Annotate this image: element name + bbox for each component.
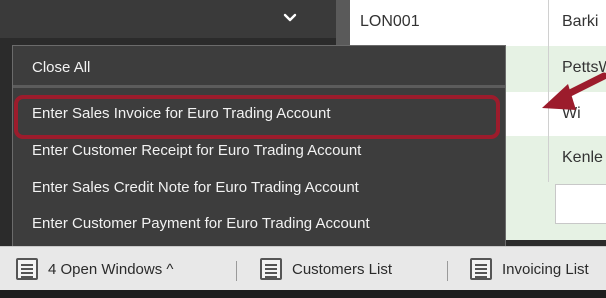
chevron-down-icon[interactable]: [280, 8, 300, 28]
invoicing-list-button[interactable]: Invoicing List: [470, 255, 589, 283]
taskbar: 4 Open Windows ^ Customers List Invoicin…: [0, 246, 606, 291]
customers-list-label: Customers List: [292, 260, 393, 278]
account-name-cell: Kenle: [562, 149, 603, 166]
menu-separator: [13, 85, 505, 88]
taskbar-divider: [447, 261, 448, 281]
account-name-cell: Barki: [562, 13, 599, 30]
taskbar-divider: [236, 261, 237, 281]
table-row[interactable]: LON001 Barki: [350, 0, 606, 46]
open-windows-menu: Close All Enter Sales Invoice for Euro T…: [12, 45, 506, 247]
customers-list-button[interactable]: Customers List: [260, 255, 392, 283]
menu-item-label: Enter Sales Credit Note for Euro Trading…: [32, 179, 359, 196]
menu-item-label: Close All: [32, 59, 91, 76]
list-icon: [470, 258, 492, 280]
menu-item-sales-credit-note[interactable]: Enter Sales Credit Note for Euro Trading…: [13, 170, 505, 206]
open-windows-label: 4 Open Windows ^: [48, 260, 174, 278]
menu-item-label: Enter Customer Payment for Euro Trading …: [32, 215, 370, 232]
invoicing-list-label: Invoicing List: [502, 260, 589, 278]
open-windows-button[interactable]: 4 Open Windows ^: [16, 255, 173, 283]
list-icon: [260, 258, 282, 280]
menu-item-close-all[interactable]: Close All: [13, 50, 505, 86]
grid-input-cell[interactable]: [555, 184, 606, 224]
windows-icon: [16, 258, 38, 280]
menu-item-customer-payment[interactable]: Enter Customer Payment for Euro Trading …: [13, 206, 505, 242]
screen-bottom-edge: [0, 290, 606, 298]
red-arrow-icon: [542, 72, 606, 110]
highlight-outline: [14, 95, 500, 139]
account-code-cell: LON001: [360, 13, 420, 30]
